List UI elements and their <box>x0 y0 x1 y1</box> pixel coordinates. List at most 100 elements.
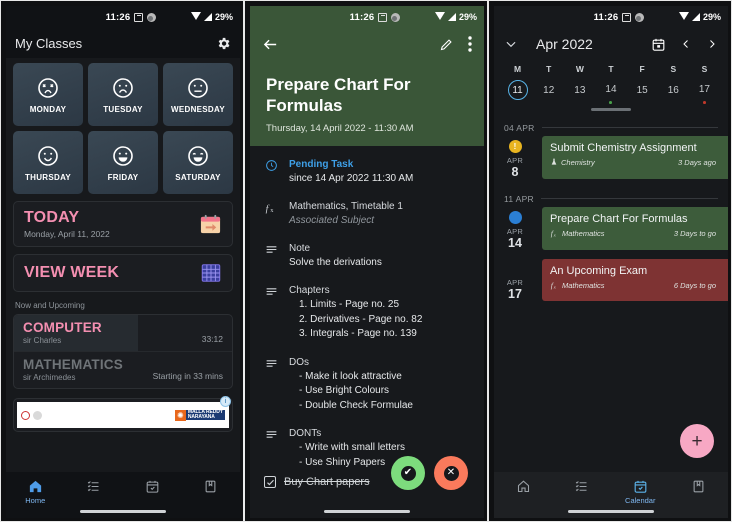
event-card[interactable]: An Upcoming Exam fx Mathematics 6 Days t… <box>542 258 728 301</box>
chevron-down-icon[interactable] <box>504 37 518 51</box>
page-title: My Classes <box>15 35 83 51</box>
bottom-navigation: Home <box>6 472 240 518</box>
nav-item-home[interactable] <box>494 479 553 496</box>
ad-banner[interactable]: ✺ MALLA REDDY NARAYANA i <box>13 396 233 432</box>
back-arrow-icon[interactable] <box>262 36 279 53</box>
nav-item-notes[interactable] <box>670 479 729 496</box>
event-day: 8 <box>511 164 519 179</box>
subject-name: Mathematics, Timetable 1 <box>289 201 403 212</box>
date-cell-11[interactable]: 11 <box>502 80 533 104</box>
calendar-check-icon <box>145 479 160 494</box>
date-cell-15[interactable]: 15 <box>627 80 658 104</box>
note-lines-icon <box>264 356 279 414</box>
svg-text:x: x <box>270 207 274 214</box>
dow-label: S <box>670 64 677 74</box>
date-cell-16[interactable]: 16 <box>658 80 689 104</box>
agenda-event-row[interactable]: ! APR 8 Submit Chemistry Assignment Chem… <box>494 135 728 188</box>
day-label: THURSDAY <box>24 172 72 182</box>
class-row-mathematics[interactable]: MATHEMATICS sir Archimedes Starting in 3… <box>14 351 232 388</box>
date-number: 12 <box>543 84 555 96</box>
ad-info-icon[interactable]: i <box>220 396 231 407</box>
day-card-saturday[interactable]: SATURDAY <box>163 131 233 194</box>
date-cell-12[interactable]: 12 <box>533 80 564 104</box>
ad-decoration-icon <box>21 410 30 420</box>
warning-badge-icon: ! <box>508 139 522 153</box>
date-cell-17[interactable]: 17 <box>689 80 720 104</box>
nav-item-tasks[interactable] <box>553 479 612 496</box>
list-icon <box>86 479 101 494</box>
dos-item: - Use Bright Colours <box>299 385 390 396</box>
class-name: COMPUTER <box>23 320 102 335</box>
calendar-today-icon[interactable] <box>651 37 666 52</box>
date-cell-14[interactable]: 14 <box>595 80 626 104</box>
svg-text:x: x <box>553 232 556 237</box>
agenda-group-header: 11 APR <box>494 188 728 207</box>
day-card-thursday[interactable]: THURSDAY <box>13 131 83 194</box>
function-fx-icon: fx <box>550 281 559 290</box>
gesture-bar <box>324 510 410 513</box>
neutral-face-icon <box>186 76 210 100</box>
chevron-left-icon[interactable] <box>680 38 692 50</box>
phone-screen-classes: 11:26 29% My Classes MONDAY TUESDAY WEDN… <box>0 0 244 522</box>
status-bar: 11:26 29% <box>494 6 728 28</box>
gesture-bar <box>80 510 166 513</box>
dow-label: W <box>575 64 584 74</box>
check-icon: ✔ <box>400 465 416 481</box>
dow-label: T <box>608 64 614 74</box>
event-dot <box>702 101 706 104</box>
day-label: FRIDAY <box>107 172 139 182</box>
event-subject-label: Mathematics <box>562 280 605 290</box>
note-lines-icon <box>264 427 279 470</box>
month-label[interactable]: Apr 2022 <box>536 36 639 52</box>
event-subject-label: Mathematics <box>562 228 605 238</box>
date-cell-13[interactable]: 13 <box>564 80 595 104</box>
add-event-fab[interactable]: + <box>680 424 714 458</box>
gear-icon[interactable] <box>216 36 231 51</box>
more-vertical-icon[interactable] <box>468 36 472 52</box>
event-card[interactable]: Prepare Chart For Formulas fx Mathematic… <box>542 206 728 250</box>
detail-row-subject: f x Mathematics, Timetable 1 Associated … <box>264 200 470 228</box>
wifi-icon <box>678 12 689 20</box>
class-timer: 33:12 <box>201 334 223 344</box>
view-week-button[interactable]: VIEW WEEK <box>13 254 233 292</box>
day-card-tuesday[interactable]: TUESDAY <box>88 63 158 126</box>
complete-task-fab[interactable]: ✔ <box>391 456 425 490</box>
app-icon <box>391 12 401 22</box>
today-button[interactable]: TODAY Monday, April 11, 2022 <box>13 201 233 247</box>
dos-item: - Make it look attractive <box>299 370 402 382</box>
event-dot <box>609 101 613 104</box>
event-when: 3 Days to go <box>673 228 716 238</box>
subject-caption: Associated Subject <box>289 215 375 226</box>
event-card[interactable]: Submit Chemistry Assignment Chemistry 3 … <box>542 135 728 179</box>
date-number: 15 <box>636 84 648 96</box>
task-header: 11:26 29% Prepare Chart For Formulas Thu… <box>250 6 484 146</box>
day-card-monday[interactable]: MONDAY <box>13 63 83 126</box>
chevron-right-icon[interactable] <box>706 38 718 50</box>
day-card-wednesday[interactable]: WEDNESDAY <box>163 63 233 126</box>
class-teacher: sir Archimedes <box>23 373 76 382</box>
class-row-computer[interactable]: COMPUTER sir Charles 33:12 <box>14 315 232 351</box>
nav-item-notes[interactable] <box>182 479 241 496</box>
chapters-label: Chapters <box>289 285 330 296</box>
phone-screen-task-detail: 11:26 29% Prepare Chart For Formulas Thu… <box>244 0 488 522</box>
nav-item-calendar[interactable] <box>123 479 182 496</box>
book-icon <box>691 479 706 494</box>
dismiss-task-fab[interactable]: ✕ <box>434 456 468 490</box>
day-label: SATURDAY <box>175 172 221 182</box>
day-card-friday[interactable]: FRIDAY <box>88 131 158 194</box>
nav-item-tasks[interactable] <box>65 479 124 496</box>
donts-item: - Write with small letters <box>299 442 405 453</box>
today-title: TODAY <box>24 209 80 226</box>
nav-item-calendar[interactable]: Calendar <box>611 479 670 505</box>
calendar-icon <box>134 12 144 22</box>
note-lines-icon <box>264 284 279 342</box>
day-grid: MONDAY TUESDAY WEDNESDAY THURSDAY FRIDAY… <box>13 63 233 194</box>
agenda-event-row[interactable]: APR 17 An Upcoming Exam fx Mathematics 6… <box>494 258 728 310</box>
ad-mark-icon: ✺ <box>174 409 186 421</box>
agenda-event-row[interactable]: APR 14 Prepare Chart For Formulas fx Mat… <box>494 206 728 259</box>
pencil-icon[interactable] <box>439 37 454 52</box>
nav-item-home[interactable]: Home <box>6 479 65 505</box>
checkbox-icon[interactable] <box>264 476 276 488</box>
svg-text:x: x <box>553 284 556 289</box>
svg-text:f: f <box>265 204 269 215</box>
